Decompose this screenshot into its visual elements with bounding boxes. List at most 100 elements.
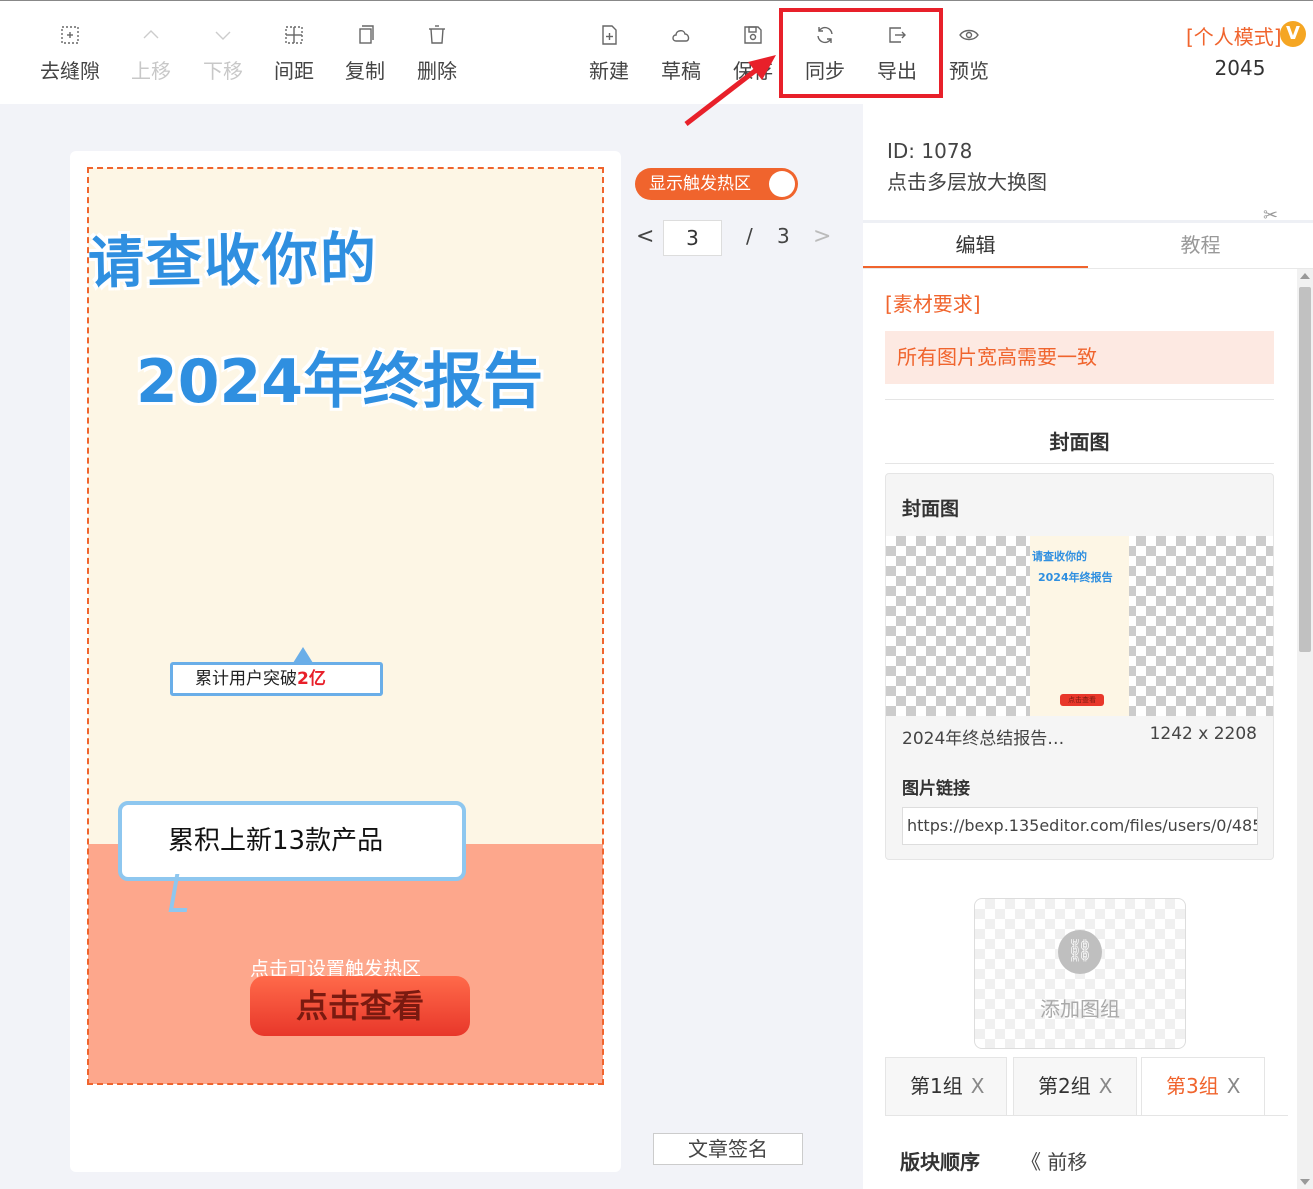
- new-label: 新建: [589, 59, 629, 83]
- remove-gap-label: 去缝隙: [40, 59, 100, 83]
- page-total: 3: [777, 224, 790, 248]
- component-id: ID: 1078: [887, 139, 973, 163]
- new-file-icon: [573, 23, 645, 51]
- users-bubble: 累计用户突破2亿: [170, 662, 383, 696]
- toggle-knob: [769, 171, 795, 197]
- new-button[interactable]: 新建: [573, 23, 645, 84]
- cover-thumbnail-area[interactable]: 请查收你的 2024年终报告 点击查看: [886, 536, 1273, 716]
- eye-icon: [933, 23, 1005, 51]
- group-tab-label: 第2组: [1038, 1074, 1091, 1098]
- group-tab-2[interactable]: 第2组 X: [1013, 1057, 1137, 1115]
- article-preview[interactable]: 请查收你的 2024年终报告 累计用户突破2亿 累积上新13款产品 点击可设置触…: [88, 168, 603, 1084]
- spacing-icon: [258, 23, 330, 51]
- draft-button[interactable]: 草稿: [645, 23, 717, 84]
- move-down-label: 下移: [203, 59, 243, 83]
- products-bubble: 累积上新13款产品: [118, 801, 466, 881]
- products-bubble-text: 累积上新13款产品: [168, 826, 384, 856]
- tab-separator: [863, 220, 1313, 223]
- tab-bottom-line: [863, 268, 1313, 269]
- component-info: ID: 1078 点击多层放大换图: [887, 136, 1047, 198]
- tab-edit[interactable]: 编辑: [863, 228, 1088, 268]
- properties-panel: ID: 1078 点击多层放大换图 ✂ 编辑 教程 [素材要求] 所有图片宽高需…: [863, 104, 1313, 1189]
- scroll-thumb[interactable]: [1299, 287, 1311, 652]
- export-icon: [861, 23, 933, 51]
- bubble1-tail: [293, 647, 313, 663]
- cover-file-name: 2024年终总结报告…: [902, 729, 1065, 749]
- save-button[interactable]: 保存: [717, 23, 789, 84]
- prev-page-icon[interactable]: <: [636, 224, 654, 249]
- remove-gap-button[interactable]: 去缝隙: [34, 23, 106, 84]
- group-tab-1[interactable]: 第1组 X: [885, 1057, 1007, 1115]
- draft-label: 草稿: [661, 59, 701, 83]
- move-down-button[interactable]: 下移: [187, 23, 259, 84]
- view-cta-button[interactable]: 点击查看: [250, 976, 470, 1036]
- cover-title-line1: 请查收你的: [88, 226, 379, 297]
- copy-label: 复制: [345, 59, 385, 83]
- close-icon[interactable]: X: [971, 1074, 985, 1098]
- group-tab-label: 第1组: [910, 1074, 963, 1098]
- image-link-label: 图片链接: [902, 779, 970, 799]
- panel-scrollbar[interactable]: [1297, 269, 1313, 1189]
- divider: [885, 463, 1274, 464]
- cover-image-card: 封面图 请查收你的 2024年终报告 点击查看 2024年终总结报告… 1242…: [885, 473, 1274, 860]
- cover-thumbnail: 请查收你的 2024年终报告 点击查看: [1030, 536, 1129, 716]
- image-link-input[interactable]: https://bexp.135editor.com/files/users/0…: [902, 807, 1258, 845]
- export-label: 导出: [877, 59, 917, 83]
- gap-icon: [34, 23, 106, 51]
- thumb-button: 点击查看: [1060, 694, 1104, 706]
- section-title: 封面图: [1049, 430, 1110, 454]
- group-tab-label: 第3组: [1166, 1074, 1219, 1098]
- cover-card-title: 封面图: [902, 498, 960, 520]
- group-tab-3[interactable]: 第3组 X: [1141, 1057, 1265, 1115]
- mode-number: 2045: [1214, 56, 1266, 80]
- thumb-title-line2: 2024年终报告: [1038, 571, 1113, 584]
- show-hotzone-label: 显示触发热区: [649, 174, 751, 194]
- copy-icon: [329, 23, 401, 51]
- requirement-text: 所有图片宽高需要一致: [885, 331, 1274, 384]
- vip-badge-icon: V: [1280, 21, 1306, 47]
- save-label: 保存: [733, 59, 773, 83]
- show-hotzone-toggle[interactable]: 显示触发热区: [635, 168, 798, 200]
- spacing-label: 间距: [274, 59, 314, 83]
- add-group-label: 添加图组: [1040, 997, 1120, 1021]
- next-page-icon[interactable]: >: [813, 224, 831, 249]
- save-icon: [717, 23, 789, 51]
- page-input[interactable]: 3: [663, 220, 722, 256]
- close-icon[interactable]: X: [1227, 1074, 1241, 1098]
- mode-indicator[interactable]: [个人模式] 2045 V: [1170, 21, 1310, 80]
- page-separator: /: [746, 224, 753, 248]
- sync-button[interactable]: 同步: [789, 23, 861, 84]
- toolbar: 去缝隙 上移 下移 间距 复制 删除 新建 草稿 保存 同步 导出 预览 [个人…: [0, 0, 1313, 104]
- delete-button[interactable]: 删除: [401, 23, 473, 84]
- cover-title-line2: 2024年终报告: [136, 347, 543, 417]
- move-up-label: 上移: [131, 59, 171, 83]
- tab-tutorial[interactable]: 教程: [1088, 228, 1313, 268]
- cover-size: 1242 x 2208: [1149, 724, 1257, 744]
- move-up-button[interactable]: 上移: [115, 23, 187, 84]
- thumb-title-line1: 请查收你的: [1032, 550, 1087, 563]
- export-button[interactable]: 导出: [861, 23, 933, 84]
- requirement-title: [素材要求]: [885, 292, 981, 316]
- users-bubble-highlight: 2亿: [297, 669, 326, 689]
- chevron-down-icon: [187, 23, 259, 51]
- sync-icon: [789, 23, 861, 51]
- divider: [885, 399, 1274, 400]
- cloud-icon: [645, 23, 717, 51]
- spacing-button[interactable]: 间距: [258, 23, 330, 84]
- users-bubble-text: 累计用户突破: [195, 669, 297, 689]
- copy-button[interactable]: 复制: [329, 23, 401, 84]
- move-forward-button[interactable]: 《 前移: [1021, 1146, 1087, 1175]
- add-group-button[interactable]: ⛓ 添加图组: [974, 898, 1186, 1049]
- scroll-up-icon[interactable]: [1300, 273, 1310, 279]
- block-order-label: 版块顺序: [900, 1150, 980, 1174]
- article-signature-button[interactable]: 文章签名: [653, 1133, 803, 1165]
- delete-label: 删除: [417, 59, 457, 83]
- preview-button[interactable]: 预览: [933, 23, 1005, 84]
- chevron-up-icon: [115, 23, 187, 51]
- scroll-down-icon[interactable]: [1300, 1179, 1310, 1185]
- trash-icon: [401, 23, 473, 51]
- preview-label: 预览: [949, 59, 989, 83]
- close-icon[interactable]: X: [1099, 1074, 1113, 1098]
- link-add-icon: ⛓: [1058, 930, 1102, 974]
- group-tabs-line: [885, 1115, 1288, 1116]
